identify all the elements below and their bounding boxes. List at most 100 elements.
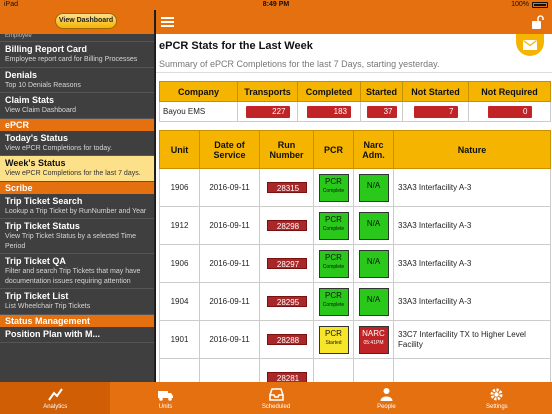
col-transports: Transports — [237, 81, 298, 102]
transports-value[interactable]: 227 — [245, 105, 290, 118]
pcr-status-badge[interactable]: PCR Complete — [318, 249, 349, 278]
sidebar-item[interactable]: Trip Ticket Search Lookup a Trip Ticket b… — [0, 194, 154, 219]
not-required-value[interactable]: 0 — [487, 105, 532, 118]
table-row[interactable]: 1901 2016-09-11 28288 PCR Started NARC 05:41PM… — [159, 320, 551, 359]
col-started: Started — [360, 81, 403, 102]
run-number-button[interactable]: 28288 — [266, 334, 307, 345]
sidebar-item[interactable]: Denials Top 10 Denials Reasons — [0, 68, 154, 93]
pcr-status-badge[interactable]: PCR Started — [318, 325, 349, 354]
col-unit: Unit — [159, 130, 200, 169]
date-cell: 2016-09-11 — [199, 282, 260, 321]
sidebar[interactable]: View Dashboard Employee Billing Report C… — [0, 10, 155, 382]
pcr-status-badge[interactable]: PCR Complete — [318, 287, 349, 316]
battery-status: 100% — [511, 0, 548, 10]
sidebar-item-title: Today's Status — [5, 132, 68, 143]
tab-units[interactable]: Units — [110, 382, 220, 414]
not-started-value[interactable]: 7 — [413, 105, 458, 118]
sidebar-item-partial[interactable]: Employee — [0, 34, 154, 42]
completed-value[interactable]: 183 — [307, 105, 351, 118]
sidebar-item[interactable]: Trip Ticket Status View Trip Ticket Statu… — [0, 219, 154, 254]
narc-label: N/A — [366, 256, 381, 266]
table-row[interactable]: 1912 2016-09-11 28298 PCR Complete N/A 33A3 In… — [159, 206, 551, 245]
unlock-icon[interactable] — [532, 15, 544, 29]
sidebar-item-partial-bottom[interactable]: Position Plan with M... — [0, 327, 154, 343]
narc-status-badge[interactable]: NARC 05:41PM — [358, 325, 389, 354]
tab-label: Settings — [485, 404, 508, 410]
tab-bar: Analytics Units Scheduled People Settings — [0, 382, 552, 414]
sidebar-item[interactable]: Billing Report Card Employee report card … — [0, 42, 154, 68]
nature-cell: 33C7 Interfacility TX to Higher Level Fa… — [393, 320, 551, 359]
narc-status-badge[interactable]: N/A — [358, 173, 389, 202]
nature-cell: 33A3 Interfacility A-3 — [393, 282, 551, 321]
view-dashboard-button[interactable]: View Dashboard — [55, 13, 117, 29]
tab-settings[interactable]: Settings — [442, 382, 552, 414]
tab-label: Units — [158, 404, 173, 410]
sidebar-item-title: Week's Status — [5, 158, 66, 168]
narc-label: NARC — [362, 328, 385, 338]
pcr-sub-label: Complete — [322, 301, 345, 308]
pcr-sub-label: Complete — [322, 263, 345, 270]
sidebar-item-subtitle: View Claim Dashboard — [5, 107, 77, 114]
gear-icon — [490, 388, 503, 401]
sidebar-item-subtitle: Lookup a Trip Ticket by RunNumber and Ye… — [5, 207, 147, 215]
tab-scheduled[interactable]: Scheduled — [221, 382, 331, 414]
tab-people[interactable]: People — [331, 382, 441, 414]
pcr-sub-label: Complete — [322, 187, 345, 194]
section-epcr: ePCR — [0, 118, 154, 131]
narc-status-badge[interactable]: N/A — [358, 211, 389, 240]
narc-sub-label: 05:41PM — [363, 339, 384, 346]
run-number-button[interactable]: 28315 — [266, 182, 307, 193]
sidebar-item[interactable]: Today's Status View ePCR Completions for … — [0, 131, 154, 156]
sidebar-item[interactable]: Claim Stats View Claim Dashboard — [0, 93, 154, 119]
unit-cell: 1904 — [159, 282, 200, 321]
col-company: Company — [159, 81, 238, 102]
sidebar-item-title: Trip Ticket Status — [5, 221, 80, 231]
col-not-required: Not Required — [468, 81, 551, 102]
table-row[interactable]: 1906 2016-09-11 28297 PCR Complete N/A 33A3 In… — [159, 244, 551, 283]
run-number-button[interactable]: 28281 — [266, 372, 307, 382]
table-row-partial[interactable]: 28281 — [159, 358, 551, 382]
date-cell: 2016-09-11 — [199, 206, 260, 245]
runs-header-row: Unit Date of Service Run Number PCR Narc… — [159, 130, 551, 169]
pcr-sub-label: Started — [325, 339, 342, 346]
unit-cell: 1906 — [159, 168, 200, 207]
col-pcr: PCR — [313, 130, 354, 169]
runs-table: Unit Date of Service Run Number PCR Narc… — [159, 130, 551, 382]
sidebar-item-title: Denials — [5, 69, 38, 80]
sidebar-item-title: Position Plan with M... — [5, 328, 101, 339]
section-status-management: Status Management — [0, 314, 154, 327]
nature-cell: 33A3 Interfacility A-3 — [393, 244, 551, 283]
narc-status-badge[interactable]: N/A — [358, 249, 389, 278]
sidebar-item-title: Trip Ticket QA — [5, 256, 66, 266]
sidebar-item-subtitle: Top 10 Denials Reasons — [5, 81, 81, 89]
tab-label: Scheduled — [261, 404, 291, 410]
pcr-sub-label: Complete — [322, 225, 345, 232]
narc-status-badge[interactable]: N/A — [358, 287, 389, 316]
pcr-status-badge[interactable]: PCR Complete — [318, 211, 349, 240]
table-row[interactable]: 1906 2016-09-11 28315 PCR Complete N/A 33A3 In… — [159, 168, 551, 207]
summary-row: Bayou EMS 227 183 37 7 0 — [159, 101, 551, 122]
col-date: Date of Service — [199, 130, 260, 169]
sidebar-item-title: Trip Ticket List — [5, 291, 69, 301]
narc-label: N/A — [366, 294, 381, 304]
ambulance-icon — [158, 391, 174, 401]
run-number-button[interactable]: 28297 — [266, 258, 307, 269]
tab-analytics[interactable]: Analytics — [0, 382, 111, 414]
list-menu-icon[interactable] — [161, 17, 174, 27]
started-value[interactable]: 37 — [366, 105, 397, 118]
pcr-status-badge[interactable]: PCR Complete — [318, 173, 349, 202]
main-content[interactable]: ePCR Stats for the Last Week Summary of … — [156, 34, 552, 382]
unit-cell: 1912 — [159, 206, 200, 245]
page-subtitle: Summary of ePCR Completions for the last… — [156, 54, 552, 73]
sidebar-item[interactable]: Trip Ticket QA Filter and search Trip Tic… — [0, 254, 154, 289]
company-name: Bayou EMS — [159, 101, 238, 122]
analytics-icon — [47, 388, 63, 401]
run-number-button[interactable]: 28298 — [266, 220, 307, 231]
pcr-label: PCR — [325, 328, 342, 338]
main-header — [156, 10, 552, 34]
tab-label: People — [377, 404, 396, 410]
sidebar-item[interactable]: Trip Ticket List List Wheelchair Trip Tic… — [0, 289, 154, 315]
run-number-button[interactable]: 28295 — [266, 296, 307, 307]
table-row[interactable]: 1904 2016-09-11 28295 PCR Complete N/A 33A3 In… — [159, 282, 551, 321]
sidebar-item[interactable]: Week's Status View ePCR Completions for t… — [0, 156, 154, 182]
